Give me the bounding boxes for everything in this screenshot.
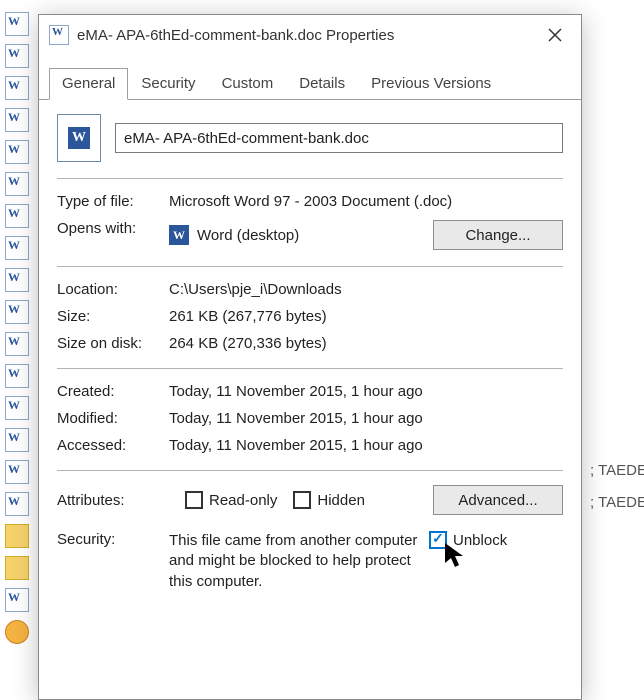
value-created: Today, 11 November 2015, 1 hour ago (169, 383, 563, 400)
label-location: Location: (57, 281, 169, 298)
value-size: 261 KB (267,776 bytes) (169, 308, 563, 325)
file-type-icon: W (57, 114, 101, 162)
value-modified: Today, 11 November 2015, 1 hour ago (169, 410, 563, 427)
dialog-title: eMA- APA-6thEd-comment-bank.doc Properti… (77, 27, 535, 44)
value-location: C:\Users\pje_i\Downloads (169, 281, 563, 298)
tab-custom[interactable]: Custom (209, 68, 287, 100)
advanced-button[interactable]: Advanced... (433, 485, 563, 515)
value-size-on-disk: 264 KB (270,336 bytes) (169, 335, 563, 352)
value-type-of-file: Microsoft Word 97 - 2003 Document (.doc) (169, 193, 563, 210)
label-type-of-file: Type of file: (57, 193, 169, 210)
titlebar: eMA- APA-6thEd-comment-bank.doc Properti… (39, 15, 581, 55)
label-attributes: Attributes: (57, 492, 169, 509)
checkbox-label-hidden: Hidden (317, 492, 365, 509)
filename-field[interactable]: eMA- APA-6thEd-comment-bank.doc (115, 123, 563, 153)
value-opens-with: Word (desktop) (197, 227, 299, 244)
tab-general[interactable]: General (49, 68, 128, 100)
checkbox-hidden[interactable]: Hidden (293, 491, 365, 509)
checkbox-box-hidden (293, 491, 311, 509)
mouse-cursor-icon (443, 541, 469, 569)
word-app-icon: W (169, 225, 189, 245)
security-text: This file came from another computer and… (169, 531, 419, 592)
close-icon (548, 28, 562, 42)
tab-content-general: W eMA- APA-6thEd-comment-bank.doc Type o… (39, 100, 581, 606)
tab-strip: General Security Custom Details Previous… (39, 55, 581, 100)
background-file-1: ; TAEDE4 (590, 462, 644, 479)
desktop-icon-column (0, 0, 34, 698)
label-size-on-disk: Size on disk: (57, 335, 169, 352)
change-button[interactable]: Change... (433, 220, 563, 250)
value-accessed: Today, 11 November 2015, 1 hour ago (169, 437, 563, 454)
label-size: Size: (57, 308, 169, 325)
background-file-2: ; TAEDE4 (590, 494, 644, 511)
properties-dialog: eMA- APA-6thEd-comment-bank.doc Properti… (38, 14, 582, 700)
tab-security[interactable]: Security (128, 68, 208, 100)
label-accessed: Accessed: (57, 437, 169, 454)
checkbox-label-read-only: Read-only (209, 492, 277, 509)
tab-details[interactable]: Details (286, 68, 358, 100)
checkbox-box-read-only (185, 491, 203, 509)
label-security: Security: (57, 531, 169, 548)
label-created: Created: (57, 383, 169, 400)
checkbox-read-only[interactable]: Read-only (185, 491, 277, 509)
word-doc-icon (49, 25, 69, 45)
label-opens-with: Opens with: (57, 220, 169, 250)
label-modified: Modified: (57, 410, 169, 427)
tab-previous[interactable]: Previous Versions (358, 68, 504, 100)
close-button[interactable] (535, 20, 575, 50)
